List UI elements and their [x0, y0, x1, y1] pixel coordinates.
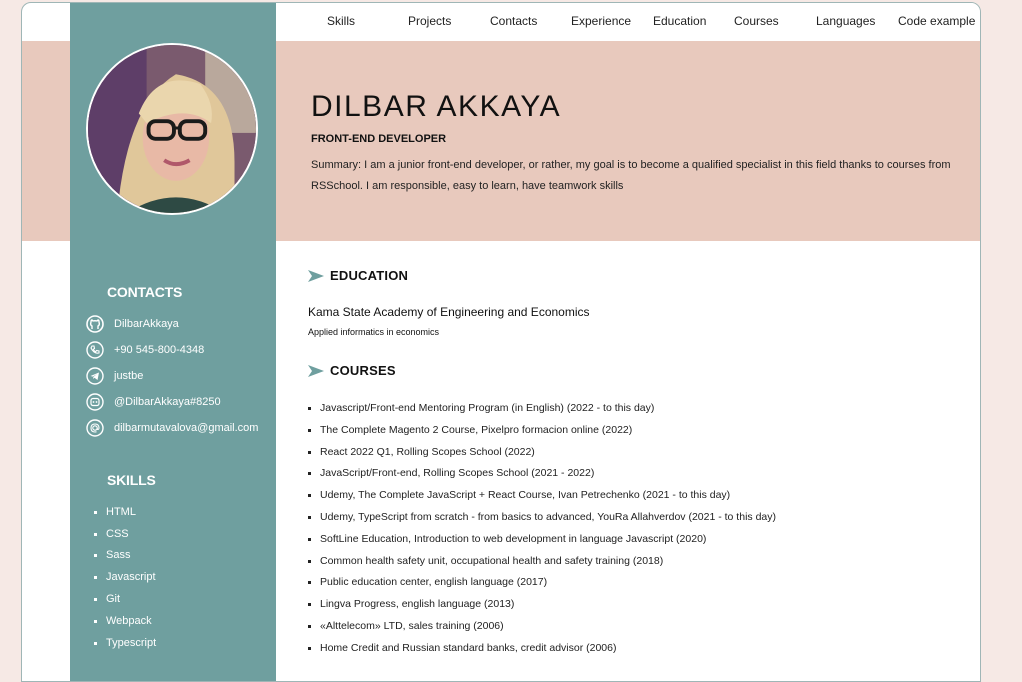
cv-page: Skills Projects Contacts Experience Educ… [21, 2, 981, 682]
courses-heading: COURSES [308, 363, 396, 378]
nav-languages[interactable]: Languages [816, 14, 875, 28]
contact-phone-text: +90 545-800-4348 [114, 344, 205, 356]
page-title: DILBAR AKKAYA [311, 90, 562, 123]
contact-telegram[interactable]: justbe [86, 366, 143, 386]
list-item: Common health safety unit, occupational … [308, 555, 663, 567]
list-item: Public education center, english languag… [308, 576, 547, 588]
list-item: The Complete Magento 2 Course, Pixelpro … [308, 424, 632, 436]
list-item: Lingva Progress, english language (2013) [308, 598, 514, 610]
nav-projects[interactable]: Projects [408, 14, 451, 28]
education-speciality: Applied informatics in economics [308, 327, 440, 337]
contact-discord-text: @DilbarAkkaya#8250 [114, 396, 221, 408]
skill-item: Sass [94, 549, 130, 561]
skill-item: Typescript [94, 637, 156, 649]
nav-courses[interactable]: Courses [734, 14, 779, 28]
skill-item: Git [94, 593, 120, 605]
nav-education[interactable]: Education [653, 14, 706, 28]
email-icon [86, 419, 104, 437]
phone-icon [86, 341, 104, 359]
arrow-right-icon [308, 364, 324, 377]
contact-email[interactable]: dilbarmutavalova@gmail.com [86, 418, 258, 438]
list-item: «Alttelecom» LTD, sales training (2006) [308, 620, 504, 632]
contact-telegram-text: justbe [114, 370, 144, 382]
job-title: FRONT-END DEVELOPER [311, 133, 447, 145]
skills-heading: SKILLS [107, 472, 156, 488]
list-item: SoftLine Education, Introduction to web … [308, 533, 706, 545]
nav-skills[interactable]: Skills [327, 14, 355, 28]
list-item: Udemy, TypeScript from scratch - from ba… [308, 511, 776, 523]
top-nav: Skills Projects Contacts Experience Educ… [276, 3, 980, 41]
contact-discord[interactable]: @DilbarAkkaya#8250 [86, 392, 221, 412]
skill-item: CSS [94, 528, 129, 540]
discord-icon [86, 393, 104, 411]
contact-phone[interactable]: +90 545-800-4348 [86, 340, 204, 360]
telegram-icon [86, 367, 104, 385]
skill-item: Javascript [94, 571, 156, 583]
skill-item: HTML [94, 506, 136, 518]
education-heading: EDUCATION [308, 268, 408, 283]
contact-email-text: dilbarmutavalova@gmail.com [114, 422, 259, 434]
nav-code-example[interactable]: Code example [898, 14, 975, 28]
list-item: Home Credit and Russian standard banks, … [308, 642, 616, 654]
education-institution: Kama State Academy of Engineering and Ec… [308, 305, 590, 319]
github-icon [86, 315, 104, 333]
list-item: Udemy, The Complete JavaScript + React C… [308, 489, 730, 501]
contact-github[interactable]: DilbarAkkaya [86, 314, 179, 334]
nav-contacts[interactable]: Contacts [490, 14, 537, 28]
avatar [86, 43, 258, 215]
arrow-right-icon [308, 269, 324, 282]
avatar-photo [88, 45, 256, 213]
contacts-heading: CONTACTS [107, 284, 183, 300]
sidebar: CONTACTS DilbarAkkaya +90 545-800-4348 j… [70, 3, 276, 681]
list-item: JavaScript/Front-end, Rolling Scopes Sch… [308, 467, 594, 479]
contact-github-text: DilbarAkkaya [114, 318, 179, 330]
skill-item: Webpack [94, 615, 152, 627]
list-item: Javascript/Front-end Mentoring Program (… [308, 402, 654, 414]
nav-experience[interactable]: Experience [571, 14, 631, 28]
summary-text: Summary: I am a junior front-end develop… [311, 159, 951, 192]
list-item: React 2022 Q1, Rolling Scopes School (20… [308, 446, 535, 458]
